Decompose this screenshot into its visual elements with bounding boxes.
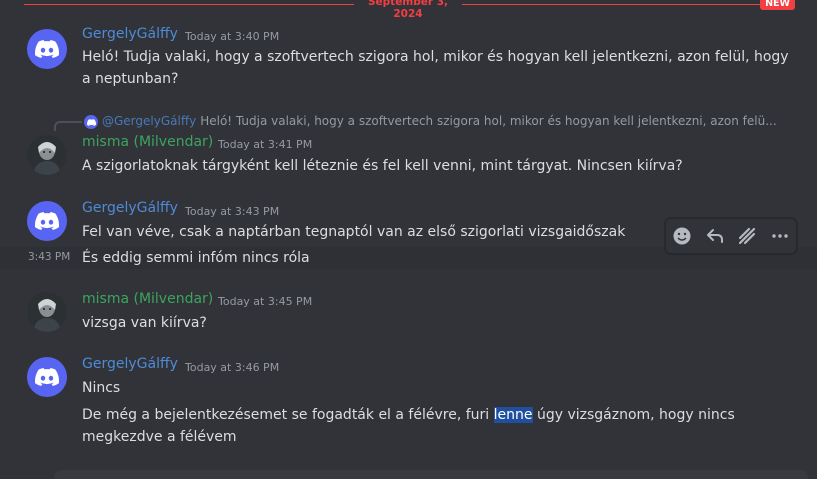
- avatar[interactable]: [27, 357, 67, 397]
- message-text: Nincs: [82, 380, 121, 396]
- chat-message-list: September 3, 2024 NEW GergelyGálffy Toda…: [0, 0, 817, 479]
- discord-logo-icon: [35, 40, 59, 58]
- message-composer[interactable]: [54, 470, 808, 479]
- discord-logo-icon: [86, 118, 96, 126]
- message-author[interactable]: GergelyGálffy: [82, 200, 178, 216]
- discord-logo-icon: [35, 212, 59, 230]
- followup-timestamp: 3:43 PM: [28, 251, 71, 263]
- avatar[interactable]: [27, 135, 67, 175]
- message-author[interactable]: GergelyGálffy: [82, 26, 178, 42]
- add-reaction-button[interactable]: [668, 222, 696, 250]
- text-segment: De még a bejelentkezésemet se fogadták e…: [82, 407, 494, 423]
- more-icon: [772, 234, 788, 238]
- message-text: Heló! Tudja valaki, hogy a szoftvertech …: [82, 49, 789, 65]
- reply-icon: [706, 229, 723, 243]
- avatar[interactable]: [27, 292, 67, 332]
- reply-preview[interactable]: @GergelyGálffy Heló! Tudja valaki, hogy a…: [102, 114, 777, 128]
- message-text: De még a bejelentkezésemet se fogadták e…: [82, 404, 735, 426]
- reply-connector: [54, 121, 82, 131]
- message-author[interactable]: GergelyGálffy: [82, 356, 178, 372]
- message-text: A szigorlatoknak tárgyként kell léteznie…: [82, 158, 683, 174]
- message-timestamp: Today at 3:41 PM: [218, 138, 313, 151]
- message-author[interactable]: misma (Milvendar): [82, 134, 213, 150]
- divider-line: [24, 4, 354, 5]
- forward-button[interactable]: [733, 222, 761, 250]
- selected-text: lenne: [493, 407, 533, 423]
- discord-logo-icon: [35, 368, 59, 386]
- forward-icon: [739, 227, 756, 245]
- message-text: vizsga van kiírva?: [82, 315, 207, 331]
- user-photo-icon: [27, 135, 67, 175]
- more-options-button[interactable]: [766, 222, 794, 250]
- avatar[interactable]: [27, 201, 67, 241]
- message-timestamp: Today at 3:45 PM: [218, 295, 313, 308]
- message-timestamp: Today at 3:46 PM: [185, 361, 280, 374]
- divider-line: [462, 4, 790, 5]
- message-text: megkezdve a félévem: [82, 429, 237, 445]
- reply-avatar: [84, 115, 98, 129]
- reply-author: @GergelyGálffy: [102, 114, 197, 128]
- message-author[interactable]: misma (Milvendar): [82, 291, 213, 307]
- message-timestamp: Today at 3:43 PM: [185, 205, 280, 218]
- message-text: Fel van véve, csak a naptárban tegnaptól…: [82, 224, 626, 240]
- text-segment: úgy vizsgáznom, hogy nincs: [532, 407, 735, 423]
- date-divider: September 3, 2024 NEW: [24, 0, 809, 20]
- message-text: És eddig semmi infóm nincs róla: [82, 250, 310, 266]
- message-timestamp: Today at 3:40 PM: [185, 30, 280, 43]
- message-actions-toolbar: [665, 218, 797, 254]
- avatar[interactable]: [27, 29, 67, 69]
- reply-text: Heló! Tudja valaki, hogy a szoftvertech …: [200, 114, 777, 128]
- user-photo-icon: [27, 292, 67, 332]
- add-reaction-icon: [673, 227, 691, 245]
- new-badge: NEW: [760, 0, 795, 10]
- reply-button[interactable]: [701, 222, 729, 250]
- divider-date: September 3, 2024: [367, 0, 449, 20]
- message-text: a neptunban?: [82, 71, 179, 87]
